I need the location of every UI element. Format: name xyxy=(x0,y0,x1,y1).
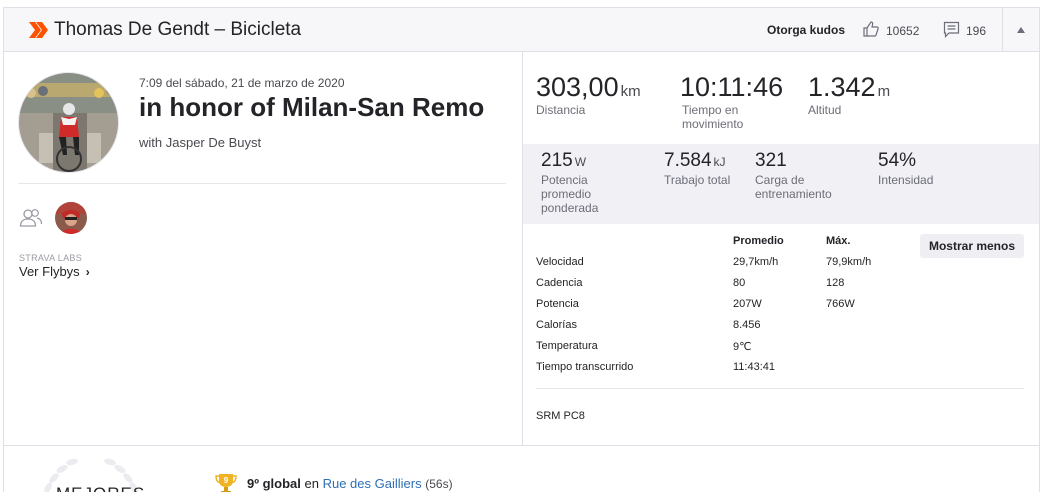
group-activity-icon[interactable] xyxy=(19,208,43,228)
comment-icon[interactable] xyxy=(943,21,960,38)
row-max: 128 xyxy=(826,277,845,289)
give-kudos-button[interactable]: Otorga kudos xyxy=(767,23,845,37)
stat-elevation: 1.342 m Altitud xyxy=(808,72,890,117)
achievement-connector: en xyxy=(304,476,319,491)
stat-weighted-power-value: 215 xyxy=(541,150,573,171)
stat-weighted-power-label: Potencia promedio ponderada xyxy=(541,173,599,215)
group-member-photo xyxy=(55,202,87,234)
strava-labs-label: STRAVA LABS xyxy=(19,253,82,263)
divider xyxy=(4,445,1039,446)
stat-elevation-unit: m xyxy=(877,83,891,100)
trophy-icon: 9 xyxy=(215,474,237,492)
details-row-speed: Velocidad 29,7km/h 79,9km/h xyxy=(536,256,1026,277)
comment-count[interactable]: 196 xyxy=(966,24,986,38)
details-row-calories: Calorías 8.456 xyxy=(536,319,1026,340)
activity-header-title: Thomas De Gendt – Bicicleta xyxy=(54,19,302,40)
column-header-average: Promedio xyxy=(733,235,784,247)
activity-with-text: with Jasper De Buyst xyxy=(139,135,262,150)
stat-distance: 303,00 km Distancia xyxy=(536,72,641,117)
row-max: 766W xyxy=(826,298,855,310)
stat-intensity-label: Intensidad xyxy=(878,173,934,187)
stat-training-load-value: 321 xyxy=(755,150,787,171)
row-max: 79,9km/h xyxy=(826,256,872,268)
divider xyxy=(18,183,506,184)
row-label: Potencia xyxy=(536,298,579,310)
view-flybys-label[interactable]: Ver Flybys xyxy=(19,264,80,279)
device-name: SRM PC8 xyxy=(536,410,585,422)
details-row-power: Potencia 207W 766W xyxy=(536,298,1026,319)
segment-link[interactable]: Rue des Gailliers xyxy=(323,476,422,491)
row-average: 9℃ xyxy=(733,341,752,353)
activity-datetime: 7:09 del sábado, 21 de marzo de 2020 xyxy=(139,76,345,90)
stat-elevation-value: 1.342 xyxy=(808,72,876,102)
caret-up-icon xyxy=(1017,27,1025,33)
group-member-avatar[interactable] xyxy=(55,202,87,234)
stat-total-work-label: Trabajo total xyxy=(664,173,731,187)
details-row-cadence: Cadencia 80 128 xyxy=(536,277,1026,298)
row-label: Velocidad xyxy=(536,256,584,268)
chevron-right-icon: › xyxy=(85,265,90,279)
activity-header: Thomas De Gendt – Bicicleta Otorga kudos… xyxy=(4,8,1039,52)
best-efforts-heading: MEJORES xyxy=(56,484,145,492)
stat-intensity-value: 54% xyxy=(878,150,917,171)
kudos-count[interactable]: 10652 xyxy=(886,24,919,38)
stat-distance-value: 303,00 xyxy=(536,72,619,102)
activity-title: in honor of Milan-San Remo xyxy=(139,92,485,122)
details-row-elapsed-time: Tiempo transcurrido 11:43:41 xyxy=(536,361,1026,382)
stat-weighted-power: 215 W Potencia promedio ponderada xyxy=(541,150,611,215)
row-label: Calorías xyxy=(536,319,577,331)
stat-training-load-label: Carga de entrenamiento xyxy=(755,173,832,201)
show-less-button[interactable]: Mostrar menos xyxy=(920,234,1024,258)
activity-card: Thomas De Gendt – Bicicleta Otorga kudos… xyxy=(3,7,1040,492)
row-average: 11:43:41 xyxy=(733,361,776,373)
achievement-rank: 9º global xyxy=(247,476,301,491)
row-label: Tiempo transcurrido xyxy=(536,361,634,373)
divider xyxy=(536,388,1024,389)
stat-total-work-unit: kJ xyxy=(713,155,726,169)
thumbs-up-icon[interactable] xyxy=(862,20,880,38)
achievement-time: (56s) xyxy=(425,477,453,491)
stat-training-load: 321 Carga de entrenamiento xyxy=(755,150,845,201)
vertical-divider xyxy=(522,52,523,446)
row-average: 8.456 xyxy=(733,319,761,331)
stat-moving-time-value: 10:11:46 xyxy=(680,72,784,102)
athlete-photo xyxy=(19,73,118,172)
row-label: Temperatura xyxy=(536,340,598,352)
row-average: 207W xyxy=(733,298,762,310)
row-label: Cadencia xyxy=(536,277,583,289)
collapse-button[interactable] xyxy=(1002,8,1039,52)
stat-weighted-power-unit: W xyxy=(574,155,587,169)
stat-elevation-label: Altitud xyxy=(808,103,842,117)
column-header-max: Máx. xyxy=(826,235,851,247)
stat-intensity: 54% Intensidad xyxy=(878,150,933,187)
strava-chevron-icon xyxy=(29,22,48,38)
details-row-temperature: Temperatura 9℃ xyxy=(536,340,1026,361)
athlete-avatar[interactable] xyxy=(18,72,119,173)
stat-total-work-value: 7.584 xyxy=(664,150,712,171)
achievement-item: 9º global en Rue des Gailliers (56s) xyxy=(247,476,453,491)
stat-total-work: 7.584 kJ Trabajo total xyxy=(664,150,730,187)
stat-moving-time-label: Tiempo en movimiento xyxy=(682,103,744,131)
stat-distance-unit: km xyxy=(620,83,641,100)
trophy-rank: 9 xyxy=(224,476,229,485)
view-flybys-link[interactable]: Ver Flybys › xyxy=(19,264,90,279)
stat-distance-label: Distancia xyxy=(536,103,586,117)
stat-moving-time: 10:11:46 Tiempo en movimiento xyxy=(680,72,783,131)
row-average: 80 xyxy=(733,277,746,289)
row-average: 29,7km/h xyxy=(733,256,779,268)
